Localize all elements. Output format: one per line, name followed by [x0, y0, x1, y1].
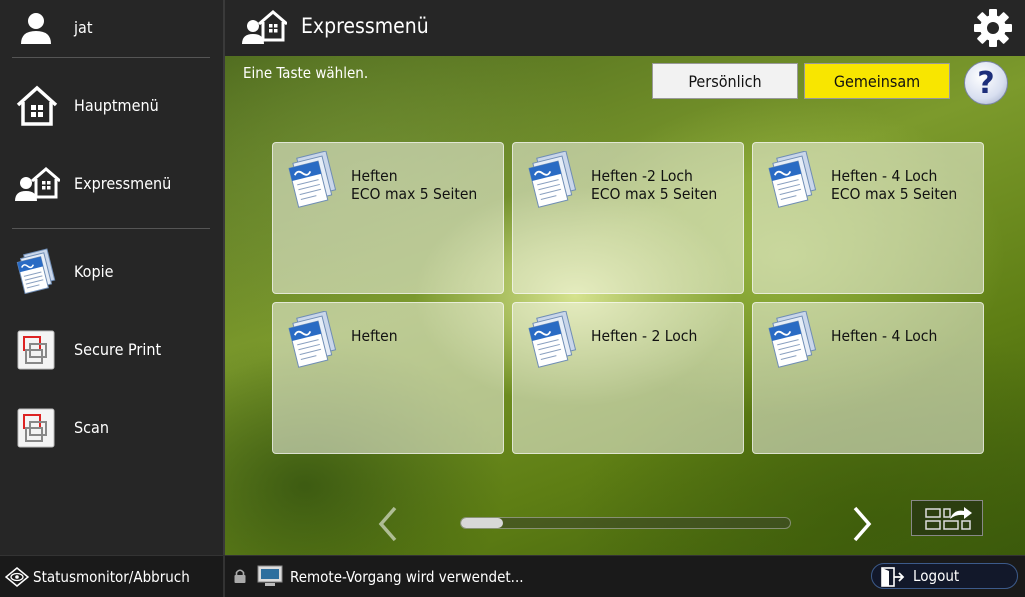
- scrollbar-thumb[interactable]: [461, 518, 503, 528]
- instruction-text: Eine Taste wählen.: [243, 64, 369, 82]
- logout-button[interactable]: Logout: [871, 563, 1018, 589]
- status-bar: Statusmonitor/Abbruch Remote-Vorgang wir…: [0, 555, 1025, 597]
- logout-icon: [881, 567, 905, 587]
- chevron-left-icon[interactable]: [373, 504, 403, 544]
- page-scrollbar[interactable]: [460, 517, 791, 529]
- main-panel: Eine Taste wählen. Persönlich Gemeinsam …: [225, 56, 1025, 555]
- tile-label: Heften - 2 Loch: [591, 327, 698, 345]
- sidebar-item-label: Hauptmenü: [74, 96, 159, 115]
- express-menu-icon: [242, 10, 287, 44]
- divider: [12, 228, 210, 229]
- copy-icon: [528, 311, 577, 368]
- sidebar-item-label: Scan: [74, 418, 109, 437]
- home-icon: [16, 85, 58, 126]
- tile-sublabel: ECO max 5 Seiten: [831, 185, 958, 203]
- copy-icon: [768, 311, 817, 368]
- logout-label: Logout: [913, 567, 960, 585]
- user-icon: [21, 13, 51, 44]
- shortcut-tile[interactable]: Heften - 2 Loch: [512, 302, 744, 454]
- remote-pc-icon: [257, 565, 283, 586]
- copy-icon: [768, 151, 817, 208]
- shortcut-tile[interactable]: Heften: [272, 302, 504, 454]
- sidebar-item-label: Kopie: [74, 262, 114, 281]
- chevron-right-icon[interactable]: [847, 504, 877, 544]
- tile-sublabel: ECO max 5 Seiten: [591, 185, 718, 203]
- lock-icon: [234, 569, 246, 583]
- secure-print-icon: [17, 330, 55, 370]
- tile-label: Heften - 4 Loch: [831, 167, 938, 185]
- copy-icon: [16, 248, 56, 294]
- page-title: Expressmenü: [301, 14, 429, 38]
- tile-label: Heften: [351, 167, 398, 185]
- copy-icon: [288, 311, 337, 368]
- tile-label: Heften - 4 Loch: [831, 327, 938, 345]
- help-button[interactable]: ?: [964, 61, 1008, 105]
- sidebar-item-hauptmenu[interactable]: Hauptmenü: [0, 80, 223, 132]
- sidebar-user[interactable]: jat: [0, 6, 223, 50]
- tile-label: Heften: [351, 327, 398, 345]
- scan-icon: [17, 408, 55, 448]
- header: Expressmenü: [225, 0, 1025, 56]
- shortcut-tile[interactable]: Heften -2 Loch ECO max 5 Seiten: [512, 142, 744, 294]
- tab-shared[interactable]: Gemeinsam: [804, 63, 950, 99]
- divider: [12, 57, 210, 58]
- gear-icon[interactable]: [973, 8, 1013, 48]
- rearrange-icon: [925, 507, 972, 530]
- sidebar-item-label: Expressmenü: [74, 174, 172, 193]
- copy-icon: [528, 151, 577, 208]
- status-monitor-icon: [5, 567, 29, 587]
- tile-label: Heften -2 Loch: [591, 167, 693, 185]
- rearrange-layout-button[interactable]: [911, 500, 983, 536]
- sidebar-item-secure-print[interactable]: Secure Print: [0, 324, 223, 376]
- tile-sublabel: ECO max 5 Seiten: [351, 185, 478, 203]
- sidebar-item-label: Secure Print: [74, 340, 162, 359]
- sidebar-item-expressmenu[interactable]: Expressmenü: [0, 158, 223, 210]
- tab-personal[interactable]: Persönlich: [652, 63, 798, 99]
- shortcut-tile[interactable]: Heften - 4 Loch: [752, 302, 984, 454]
- status-monitor-label: Statusmonitor/Abbruch: [33, 568, 190, 586]
- sidebar-item-scan[interactable]: Scan: [0, 402, 223, 454]
- shortcut-tile[interactable]: Heften ECO max 5 Seiten: [272, 142, 504, 294]
- remote-operation-text: Remote-Vorgang wird verwendet...: [290, 568, 524, 586]
- sidebar-item-kopie[interactable]: Kopie: [0, 246, 223, 298]
- shortcut-tile[interactable]: Heften - 4 Loch ECO max 5 Seiten: [752, 142, 984, 294]
- sidebar: jat Hauptmenü Expressmenü Kopie Secure P…: [0, 0, 225, 555]
- copy-icon: [288, 151, 337, 208]
- status-monitor-button[interactable]: Statusmonitor/Abbruch: [0, 556, 225, 597]
- express-menu-icon: [15, 167, 60, 201]
- user-name: jat: [74, 18, 93, 37]
